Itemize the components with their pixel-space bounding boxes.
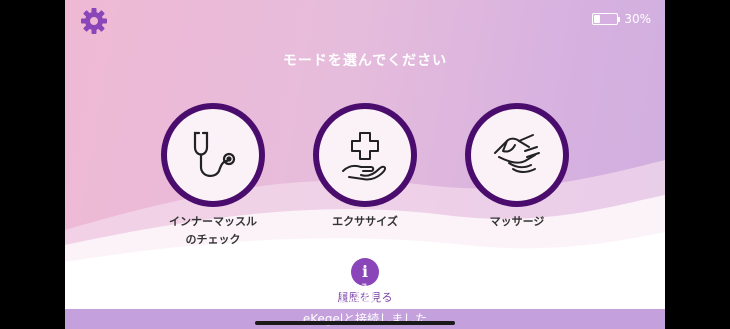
home-indicator[interactable] [255,321,455,325]
battery-percent: 30% [624,12,651,26]
page-title: モードを選んでください [282,53,448,69]
mode-label-line2: のチェック [185,233,241,246]
mode-label-line1: インナーマッスル [169,215,257,228]
mode-circle[interactable] [313,103,417,207]
watermark: Copyright by pukaboo.com [265,280,593,308]
battery-level [594,15,601,23]
mode-circle[interactable] [465,103,569,207]
mode-circle[interactable] [161,103,265,207]
medical-cross-hand-icon [342,132,387,181]
mode-massage-button[interactable]: マッサージ [442,103,592,231]
stethoscope-icon [193,131,236,177]
battery-tip [618,16,621,22]
mode-label-line1: エクササイズ [332,215,398,228]
gear-icon[interactable] [79,6,109,36]
massage-hands-icon [494,134,540,173]
battery-icon [592,13,619,25]
mode-exercise-button[interactable]: エクササイズ [290,103,440,231]
battery-indicator: 30% [592,12,651,26]
mode-label-line1: マッサージ [489,215,545,228]
mode-inner-muscle-check-button[interactable]: インナーマッスル のチェック [138,103,288,249]
